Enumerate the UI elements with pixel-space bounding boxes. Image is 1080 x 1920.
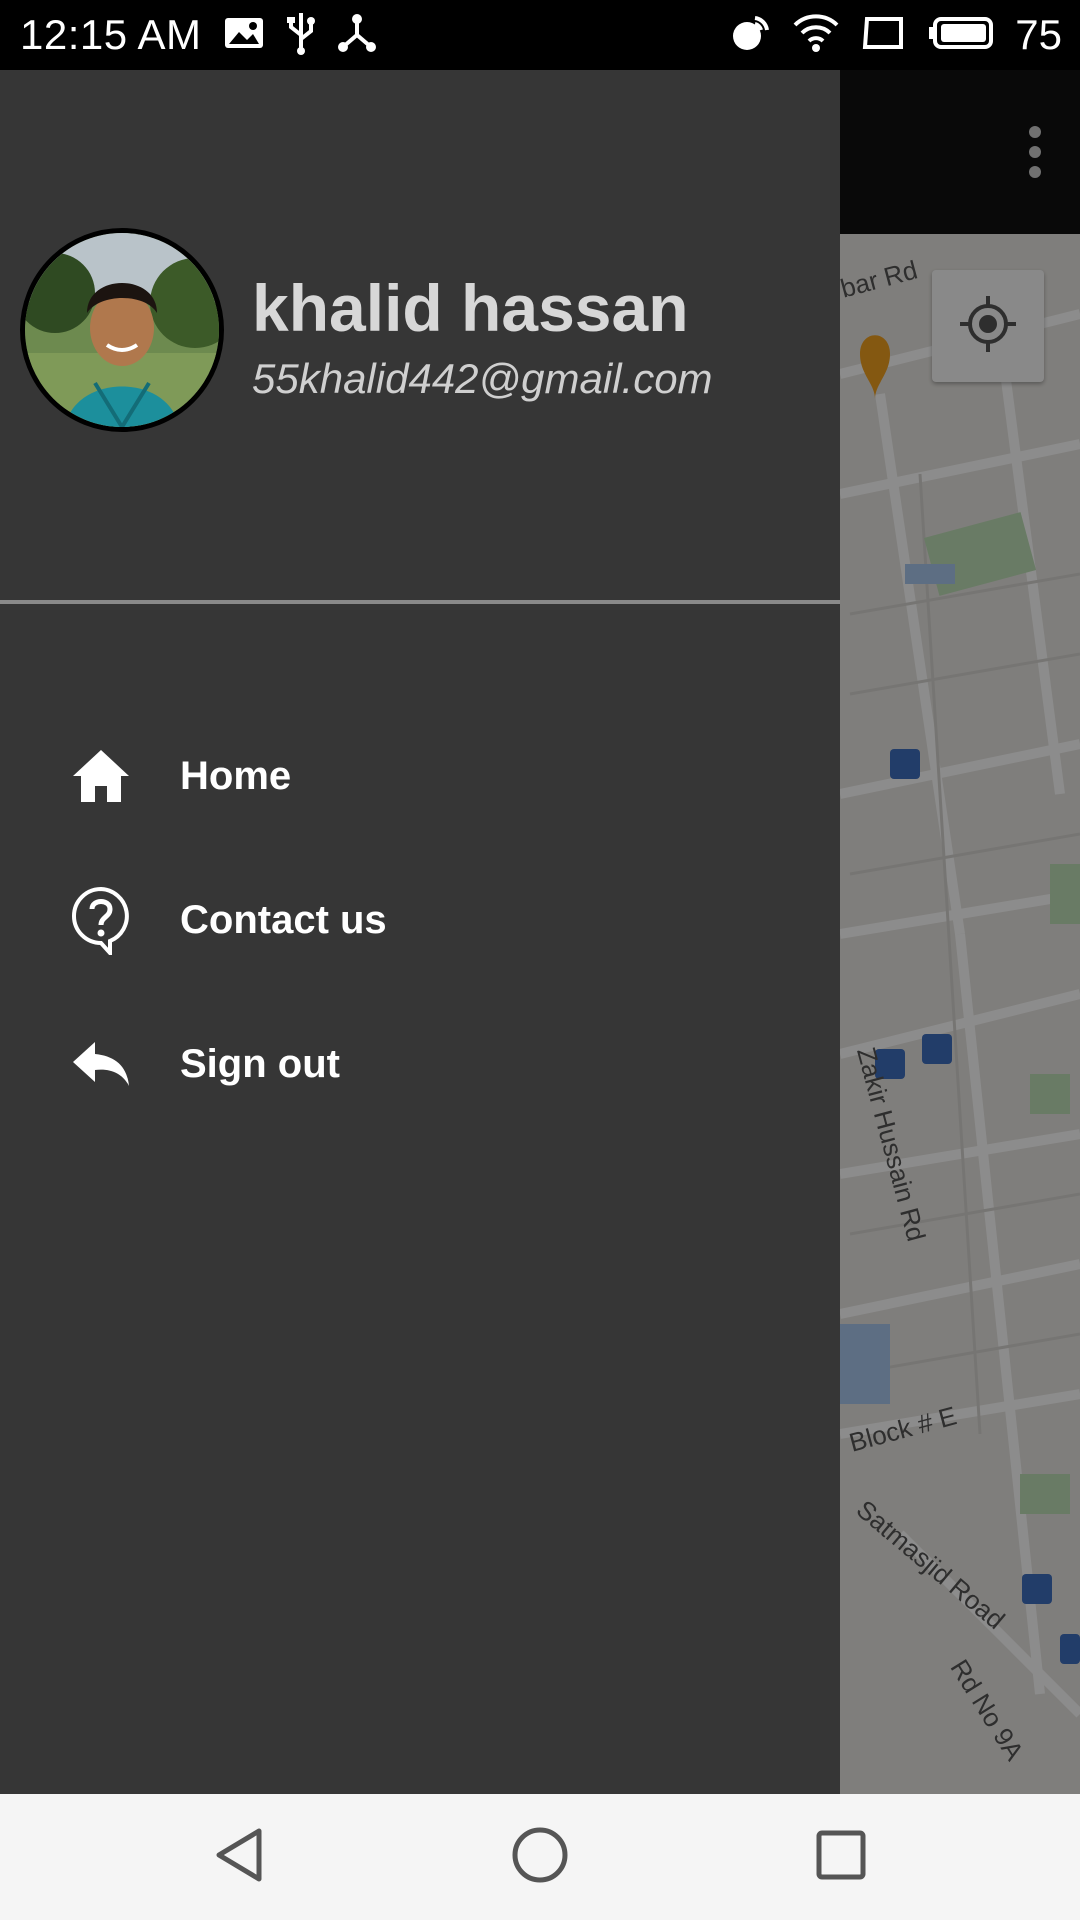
circle-home-icon [510,1825,570,1890]
image-icon [223,16,265,55]
system-nav-bar [0,1794,1080,1920]
back-button[interactable] [206,1822,276,1892]
menu-label-contact-us: Contact us [180,897,387,942]
avatar[interactable] [20,228,224,432]
usb-icon [287,11,316,60]
help-icon [68,886,134,955]
recents-button[interactable] [806,1822,876,1892]
share-icon [337,13,377,58]
home-icon [68,743,134,809]
drawer-header: khalid hassan 55khalid442@gmail.com [0,70,840,600]
menu-item-contact-us[interactable]: Contact us [0,848,840,992]
reply-icon [68,1031,134,1097]
hotspot-icon [729,12,771,59]
square-recents-icon [815,1829,867,1886]
menu-label-sign-out: Sign out [180,1041,340,1086]
battery-percent: 75 [1015,11,1062,58]
status-bar: 12:15 AM 75 [0,0,1080,70]
screen-icon [861,16,905,55]
status-time: 12:15 AM [20,11,202,58]
user-name: khalid hassan [252,271,689,345]
wifi-icon [793,13,839,58]
home-nav-button[interactable] [505,1822,575,1892]
back-icon [213,1827,269,1888]
menu-item-home[interactable]: Home [0,704,840,848]
battery-icon [927,16,994,55]
menu-label-home: Home [180,753,292,798]
drawer-menu: Home Contact us Sign out [0,704,840,1136]
drawer-divider [0,600,840,604]
menu-item-sign-out[interactable]: Sign out [0,992,840,1136]
navigation-drawer: khalid hassan 55khalid442@gmail.com Home… [0,70,840,1794]
user-email: 55khalid442@gmail.com [252,355,713,402]
